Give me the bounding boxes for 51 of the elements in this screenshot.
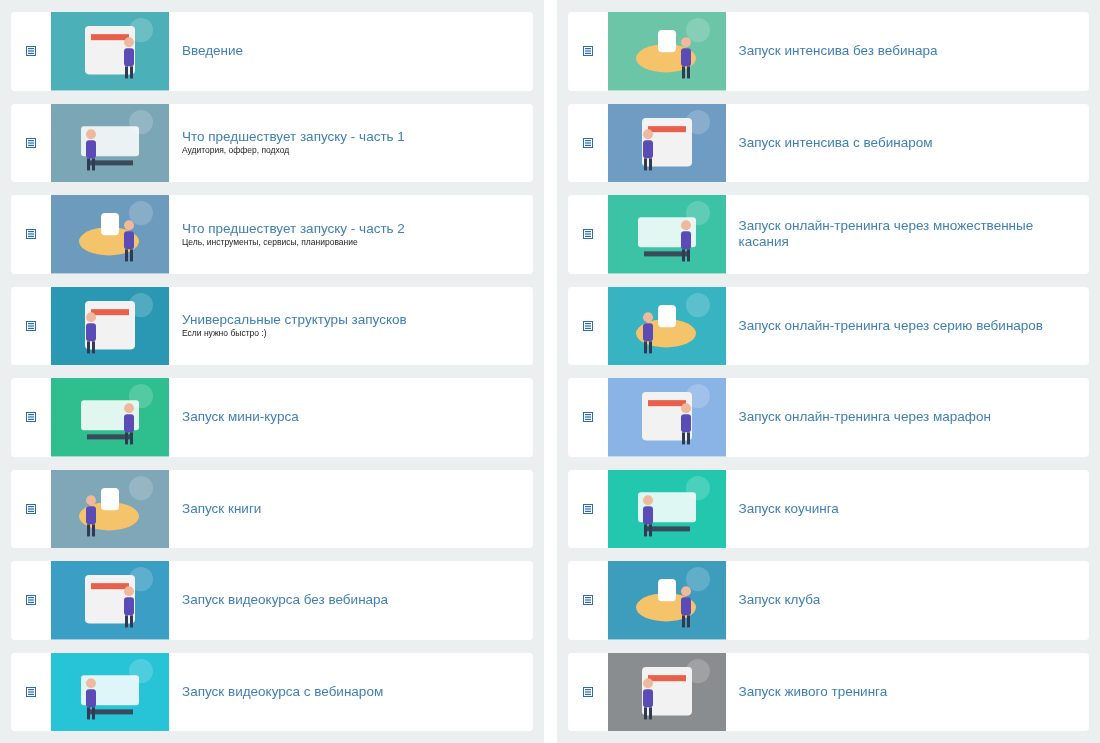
lesson-card[interactable]: Запуск книги: [11, 469, 533, 548]
lesson-icon: [26, 229, 36, 240]
lesson-title[interactable]: Запуск живого тренинга: [738, 683, 1073, 700]
lesson-card[interactable]: Запуск онлайн-тренинга через серию вебинаров: [567, 286, 1089, 365]
lesson-card[interactable]: Запуск коучинга: [567, 469, 1089, 548]
lesson-card[interactable]: Запуск живого тренинга: [567, 652, 1089, 731]
lesson-title[interactable]: Запуск онлайн-тренинга через множественные касания: [738, 218, 1073, 251]
lesson-icon: [26, 503, 36, 514]
lesson-card[interactable]: Что предшествует запуску - часть 2 Цель, инструменты, сервисы, планирование: [11, 195, 533, 274]
lesson-title[interactable]: Введение: [182, 43, 517, 60]
lesson-title[interactable]: Запуск интенсива без вебинара: [738, 43, 1073, 60]
lesson-icon: [582, 137, 593, 148]
lesson-icon: [582, 686, 593, 697]
lesson-card[interactable]: Запуск онлайн-тренинга через марафон: [567, 378, 1089, 457]
lesson-icon: [582, 320, 593, 331]
lesson-icon: [26, 686, 36, 697]
lesson-card[interactable]: Запуск клуба: [567, 561, 1089, 640]
lesson-subtitle: Аудитория, оффер, подход: [182, 145, 291, 157]
lesson-card[interactable]: Запуск интенсива с вебинаром: [567, 103, 1089, 182]
lesson-title[interactable]: Что предшествует запуску - часть 1: [182, 129, 517, 146]
lesson-icon: [26, 137, 36, 148]
lesson-title[interactable]: Запуск коучинга: [738, 500, 1073, 517]
lesson-title[interactable]: Запуск интенсива с вебинаром: [738, 134, 1073, 151]
lesson-icon: [26, 46, 36, 57]
lesson-title[interactable]: Запуск видеокурса без вебинара: [182, 592, 517, 609]
lesson-icon: [582, 503, 593, 514]
lesson-title[interactable]: Запуск онлайн-тренинга через марафон: [738, 409, 1073, 426]
lesson-icon: [26, 595, 36, 606]
lesson-subtitle: Цель, инструменты, сервисы, планирование: [182, 236, 359, 248]
lesson-title[interactable]: Запуск видеокурса с вебинаром: [182, 683, 517, 700]
lesson-icon: [582, 595, 593, 606]
lesson-title[interactable]: Запуск мини-курса: [182, 409, 517, 426]
lesson-title[interactable]: Запуск клуба: [738, 592, 1073, 609]
lesson-title[interactable]: Запуск онлайн-тренинга через серию вебинаров: [738, 317, 1073, 334]
lesson-icon: [26, 412, 36, 423]
lesson-title[interactable]: Универсальные структуры запусков: [182, 312, 517, 329]
lesson-card[interactable]: Запуск видеокурса с вебинаром: [11, 652, 533, 731]
lesson-icon: [582, 412, 593, 423]
lesson-title[interactable]: Запуск книги: [182, 500, 517, 517]
lesson-card[interactable]: Универсальные структуры запусков Если нужно быстро :): [11, 286, 533, 365]
lesson-subtitle: Если нужно быстро :): [182, 328, 268, 340]
lesson-card[interactable]: Запуск онлайн-тренинга через множественные касания: [567, 195, 1089, 274]
lesson-card[interactable]: Введение: [11, 12, 533, 91]
lesson-icon: [582, 46, 593, 57]
lesson-icon: [26, 320, 36, 331]
lesson-icon: [582, 229, 593, 240]
lesson-card[interactable]: Запуск видеокурса без вебинара: [11, 561, 533, 640]
lesson-card[interactable]: Запуск мини-курса: [11, 378, 533, 457]
lesson-card[interactable]: Что предшествует запуску - часть 1 Аудитория, оффер, подход: [11, 103, 533, 182]
lesson-title[interactable]: Что предшествует запуску - часть 2: [182, 220, 517, 237]
lesson-card[interactable]: Запуск интенсива без вебинара: [567, 12, 1089, 91]
